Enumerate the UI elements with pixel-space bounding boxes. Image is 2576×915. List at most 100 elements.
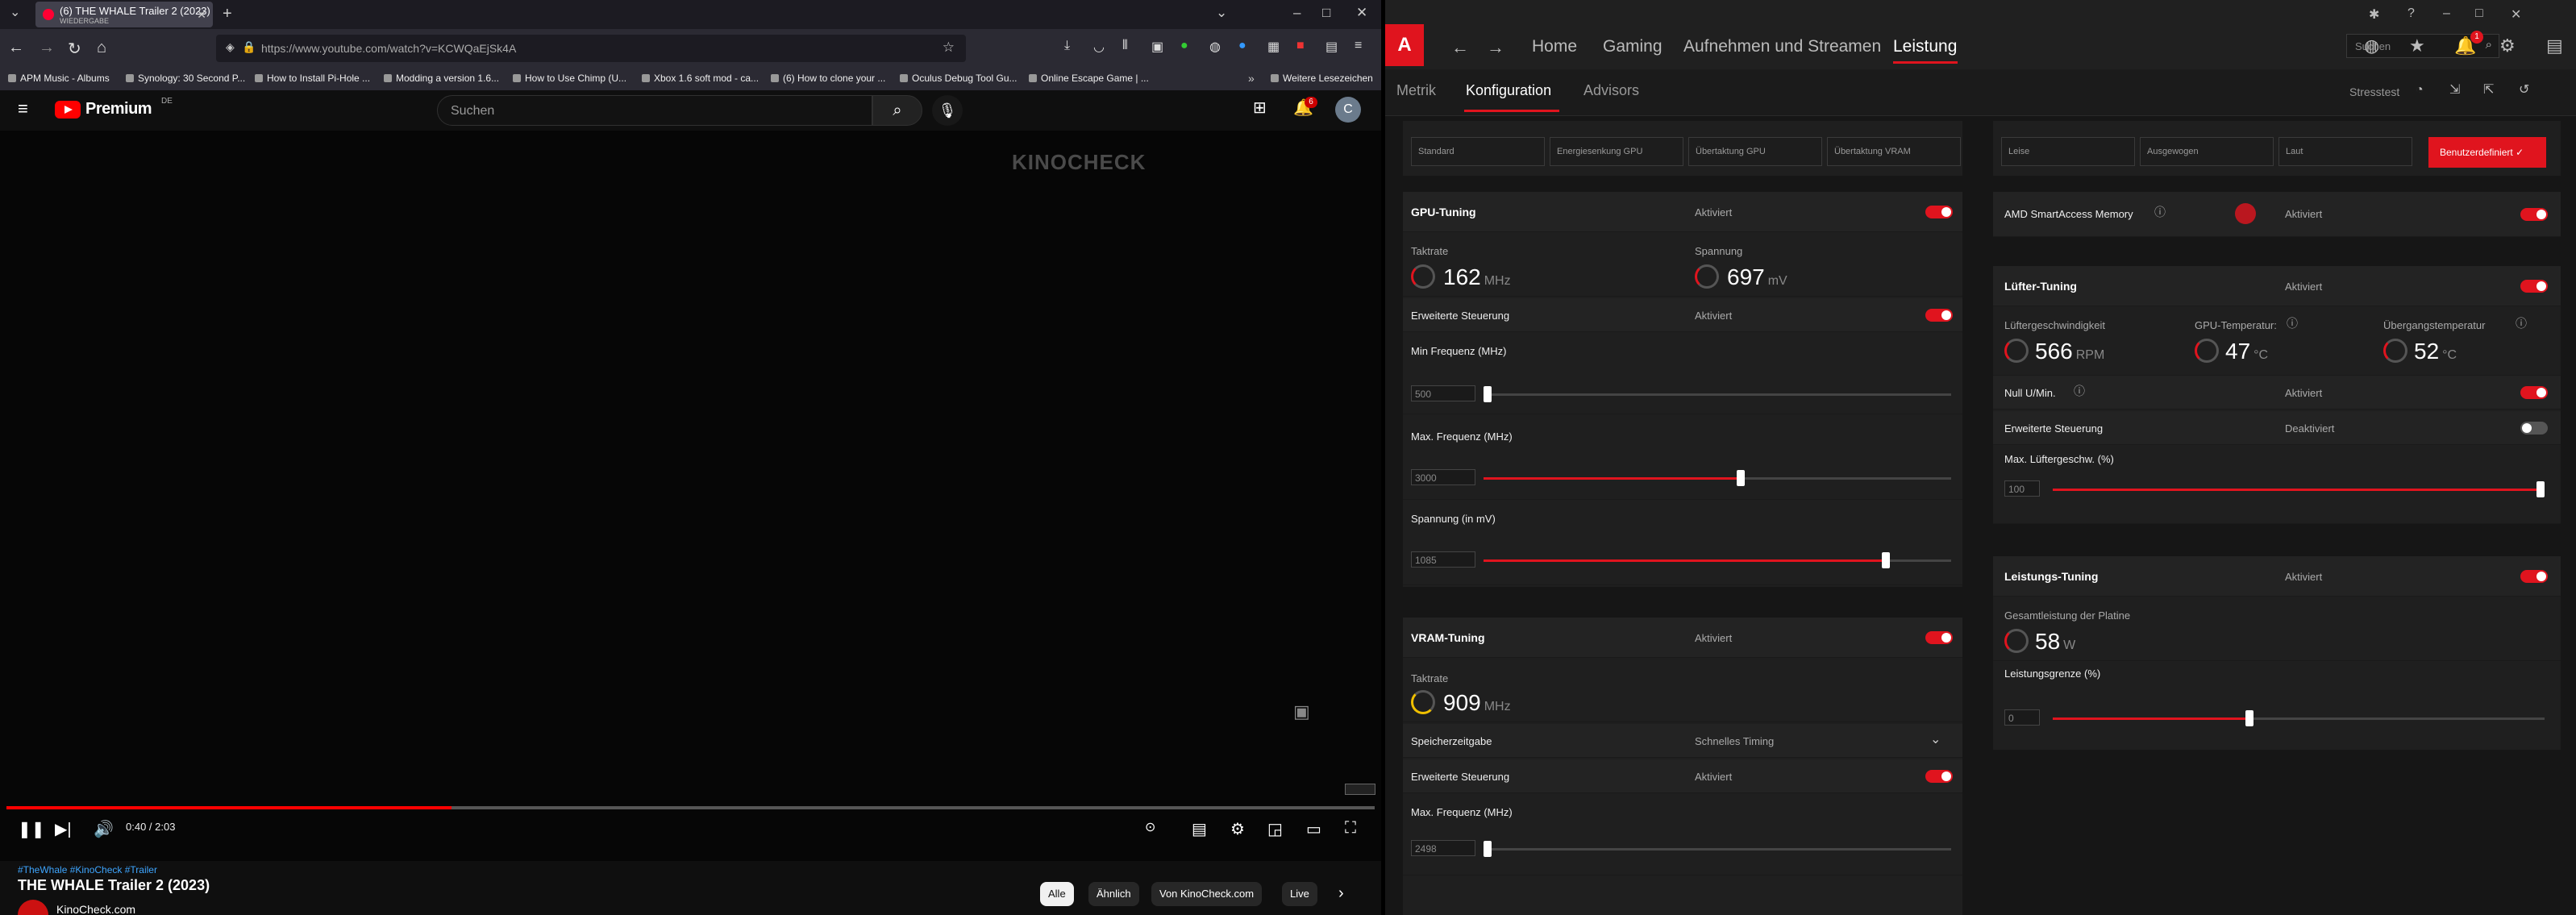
vram-max-freq-input[interactable]: 2498 (1411, 840, 1475, 856)
nav-forward-icon[interactable]: → (1487, 37, 1504, 58)
gpu-min-freq-slider[interactable] (1484, 386, 1951, 402)
close-window-icon[interactable]: ✕ (1356, 5, 1367, 21)
channel-name[interactable]: KinoCheck.com (56, 903, 135, 915)
bookmark-item[interactable]: Xbox 1.6 soft mod - ca... (642, 73, 759, 84)
shield-icon[interactable]: ◈ (226, 41, 235, 52)
extension-7-icon[interactable]: ▤ (1325, 39, 1338, 55)
extension-6-icon[interactable]: ■ (1296, 39, 1305, 53)
video-tags[interactable]: #TheWhale #KinoCheck #Trailer (18, 864, 157, 875)
slider-thumb[interactable] (2536, 481, 2545, 497)
tab-configuration[interactable]: Konfiguration (1466, 82, 1551, 99)
forward-icon[interactable]: → (39, 39, 55, 57)
bookmark-item[interactable]: APM Music - Albums (8, 73, 110, 84)
vram-tuning-toggle[interactable] (1925, 631, 1953, 644)
slider-thumb[interactable] (1881, 552, 1890, 568)
video-player[interactable]: KINOCHECK ▣ ❚❚ ▶| 🔊 0:40 / 2:03 ⊙ ▤ ⚙ ◲ … (0, 131, 1381, 905)
autoplay-toggle-icon[interactable]: ⊙ (1145, 819, 1155, 835)
power-tuning-toggle[interactable] (2520, 570, 2548, 583)
info-icon[interactable]: ⓘ (2154, 206, 2166, 218)
channel-avatar[interactable] (18, 900, 48, 915)
close-window-icon[interactable]: ✕ (2511, 6, 2521, 23)
stresstest-gauge-icon[interactable]: ◔ (2416, 84, 2424, 97)
gpu-min-freq-input[interactable]: 500 (1411, 385, 1475, 401)
slider-thumb[interactable] (1484, 841, 1492, 857)
preset-standard[interactable]: Standard (1411, 137, 1545, 166)
preset-loud[interactable]: Laut (2278, 137, 2412, 166)
nav-back-icon[interactable]: ← (1451, 37, 1469, 58)
bug-report-icon[interactable]: ✱ (2369, 6, 2379, 23)
bookmark-item[interactable]: Oculus Debug Tool Gu... (900, 73, 1017, 84)
bookmark-item[interactable]: (6) How to clone your ... (771, 73, 885, 84)
tab-advisors[interactable]: Advisors (1583, 82, 1639, 99)
search-button[interactable]: ⌕ (872, 95, 922, 126)
nav-home[interactable]: Home (1532, 37, 1577, 56)
vram-timing-value[interactable]: Schnelles Timing (1695, 735, 1774, 747)
bookmark-item[interactable]: How to Install Pi-Hole ... (255, 73, 370, 84)
export-icon[interactable]: ⇱ (2483, 84, 2494, 97)
import-icon[interactable]: ⇲ (2449, 84, 2460, 97)
bookmark-item[interactable]: Synology: 30 Second P... (126, 73, 245, 84)
avatar[interactable]: C (1335, 97, 1361, 123)
home-icon[interactable]: ⌂ (97, 39, 106, 57)
settings-gear-icon[interactable]: ⚙ (2499, 35, 2516, 56)
tab-overflow-icon[interactable]: ⌄ (1216, 5, 1227, 21)
fan-max-speed-slider[interactable] (2053, 481, 2545, 497)
bookmark-item[interactable]: How to Use Chimp (U... (513, 73, 626, 84)
stresstest-label[interactable]: Stresstest (2349, 85, 2399, 98)
info-icon[interactable]: ⓘ (2074, 385, 2085, 397)
progress-bar[interactable] (6, 806, 1375, 809)
chevron-down-icon[interactable]: ⌄ (1930, 734, 1941, 747)
fan-advanced-toggle[interactable] (2520, 422, 2548, 435)
slider-thumb[interactable] (1737, 470, 1745, 486)
preset-quiet[interactable]: Leise (2001, 137, 2135, 166)
hamburger-menu-icon[interactable]: ≡ (18, 100, 28, 118)
fullscreen-icon[interactable]: ⛶ (1345, 819, 1356, 838)
extension-5-icon[interactable]: ▦ (1267, 39, 1280, 55)
browser-tab[interactable]: (6) THE WHALE Trailer 2 (2023) WIEDERGAB… (35, 2, 213, 27)
chip-from-channel[interactable]: Von KinoCheck.com (1151, 882, 1263, 906)
chip-live[interactable]: Live (1282, 882, 1317, 906)
help-icon[interactable]: ? (2407, 6, 2415, 21)
bookmark-star-icon[interactable]: ☆ (943, 40, 955, 54)
menu-icon[interactable]: ≡ (1355, 39, 1362, 53)
chip-related[interactable]: Ähnlich (1088, 882, 1139, 906)
nav-performance[interactable]: Leistung (1893, 37, 1957, 56)
fan-tuning-toggle[interactable] (2520, 280, 2548, 293)
download-icon[interactable]: ⤓ (1064, 39, 1070, 53)
new-tab-icon[interactable]: + (223, 5, 232, 23)
preset-overclock-gpu[interactable]: Übertaktung GPU (1688, 137, 1822, 166)
pocket-icon[interactable]: ◡ (1093, 39, 1105, 55)
layout-icon[interactable]: ▤ (2546, 35, 2563, 56)
slider-thumb[interactable] (1484, 386, 1492, 402)
zero-rpm-toggle[interactable] (2520, 386, 2548, 399)
lock-icon[interactable]: 🔒 (242, 41, 256, 52)
bookmark-item[interactable]: Online Escape Game | ... (1029, 73, 1149, 84)
miniplayer-icon[interactable]: ◲ (1267, 819, 1283, 839)
microphone-icon[interactable]: 🎙 (932, 95, 963, 126)
bookmark-item[interactable]: Modding a version 1.6... (384, 73, 499, 84)
gpu-advanced-toggle[interactable] (1925, 309, 1953, 322)
extension-3-icon[interactable]: ◍ (1209, 39, 1221, 55)
globe-icon[interactable]: ◍ (2364, 35, 2379, 56)
preset-custom[interactable]: Benutzerdefiniert ✓ (2428, 137, 2546, 168)
product-icon[interactable]: ▣ (1293, 703, 1310, 721)
other-bookmarks[interactable]: Weitere Lesezeichen (1271, 73, 1373, 84)
minimize-icon[interactable]: – (2443, 6, 2450, 21)
pause-icon[interactable]: ❚❚ (18, 819, 45, 839)
settings-gear-icon[interactable]: ⚙ (1230, 819, 1245, 839)
maximize-icon[interactable]: □ (1322, 5, 1330, 21)
vram-advanced-toggle[interactable] (1925, 770, 1953, 783)
library-icon[interactable]: ⫴ (1122, 39, 1128, 53)
power-limit-slider[interactable] (2053, 710, 2545, 726)
maximize-icon[interactable]: □ (2475, 6, 2483, 21)
tab-list-icon[interactable]: ⌄ (10, 6, 20, 19)
gpu-tuning-toggle[interactable] (1925, 206, 1953, 218)
favorites-star-icon[interactable]: ★ (2409, 35, 2425, 56)
tab-metrics[interactable]: Metrik (1396, 82, 1436, 99)
volume-icon[interactable]: 🔊 (94, 819, 114, 839)
preset-overclock-vram[interactable]: Übertaktung VRAM (1827, 137, 1961, 166)
chip-all[interactable]: Alle (1040, 882, 1074, 906)
nav-record-stream[interactable]: Aufnehmen und Streamen (1683, 37, 1881, 56)
gpu-max-freq-input[interactable]: 3000 (1411, 469, 1475, 485)
preset-undervolt-gpu[interactable]: Energiesenkung GPU (1550, 137, 1683, 166)
